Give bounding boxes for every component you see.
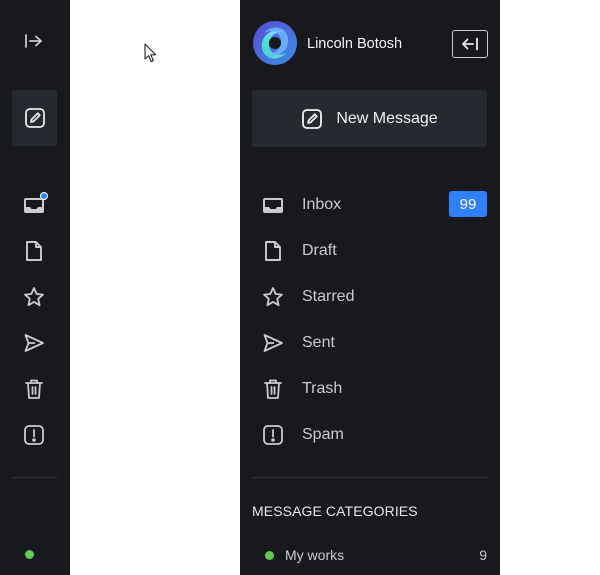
sidebar-divider [252, 477, 487, 478]
new-message-button[interactable]: New Message [252, 90, 487, 147]
expand-sidebar-button[interactable] [21, 30, 47, 52]
nav-item-sent[interactable]: Sent [252, 328, 487, 358]
send-icon [262, 332, 284, 354]
rail-inbox-button[interactable] [21, 192, 48, 218]
nav-item-inbox[interactable]: Inbox 99 [252, 190, 487, 220]
trash-icon [262, 378, 284, 400]
star-icon [24, 287, 44, 307]
compose-icon [302, 108, 323, 129]
nav-item-label: Draft [302, 242, 337, 259]
inbox-count-badge: 99 [449, 191, 487, 217]
status-dot [25, 550, 34, 559]
rail-compose-button[interactable] [12, 90, 57, 146]
mail-sidebar: Lincoln Botosh New Message Inbox 99 Draf… [240, 0, 500, 575]
nav-item-spam[interactable]: Spam [252, 420, 487, 450]
trash-icon [25, 379, 43, 399]
rail-starred-button[interactable] [21, 284, 47, 310]
inbox-icon [262, 194, 284, 216]
star-icon [262, 286, 284, 308]
nav-item-label: Sent [302, 334, 335, 351]
nav-item-starred[interactable]: Starred [252, 282, 487, 312]
compose-icon [24, 108, 45, 128]
expand-icon [25, 34, 42, 48]
category-count: 9 [479, 547, 487, 563]
user-name: Lincoln Botosh [307, 36, 403, 52]
mouse-cursor-icon [144, 43, 157, 63]
rail-trash-button[interactable] [21, 376, 47, 402]
content-area [70, 0, 240, 575]
nav-item-label: Trash [302, 380, 343, 397]
nav-item-label: Inbox [302, 196, 342, 213]
draft-icon [26, 241, 42, 261]
categories-heading: MESSAGE CATEGORIES [252, 503, 418, 519]
collapsed-rail [0, 0, 70, 575]
spam-icon [24, 425, 44, 445]
collapse-sidebar-button[interactable] [452, 30, 488, 58]
nav-item-draft[interactable]: Draft [252, 236, 487, 266]
rail-draft-button[interactable] [21, 238, 47, 264]
collapse-icon [462, 37, 478, 51]
category-color-dot [265, 550, 274, 560]
nav-item-label: Spam [302, 426, 344, 443]
avatar[interactable] [252, 20, 298, 66]
category-label: My works [285, 547, 345, 563]
send-icon [24, 334, 44, 352]
nav-item-trash[interactable]: Trash [252, 374, 487, 404]
new-message-label: New Message [336, 109, 438, 127]
nav-item-label: Starred [302, 288, 355, 305]
rail-divider [12, 477, 58, 478]
draft-icon [262, 240, 284, 262]
rail-inbox-notification-dot [40, 192, 48, 200]
rail-sent-button[interactable] [21, 330, 47, 356]
rail-spam-button[interactable] [21, 422, 47, 448]
spam-icon [262, 424, 284, 446]
category-item-my-works[interactable]: My works 9 [252, 545, 487, 565]
